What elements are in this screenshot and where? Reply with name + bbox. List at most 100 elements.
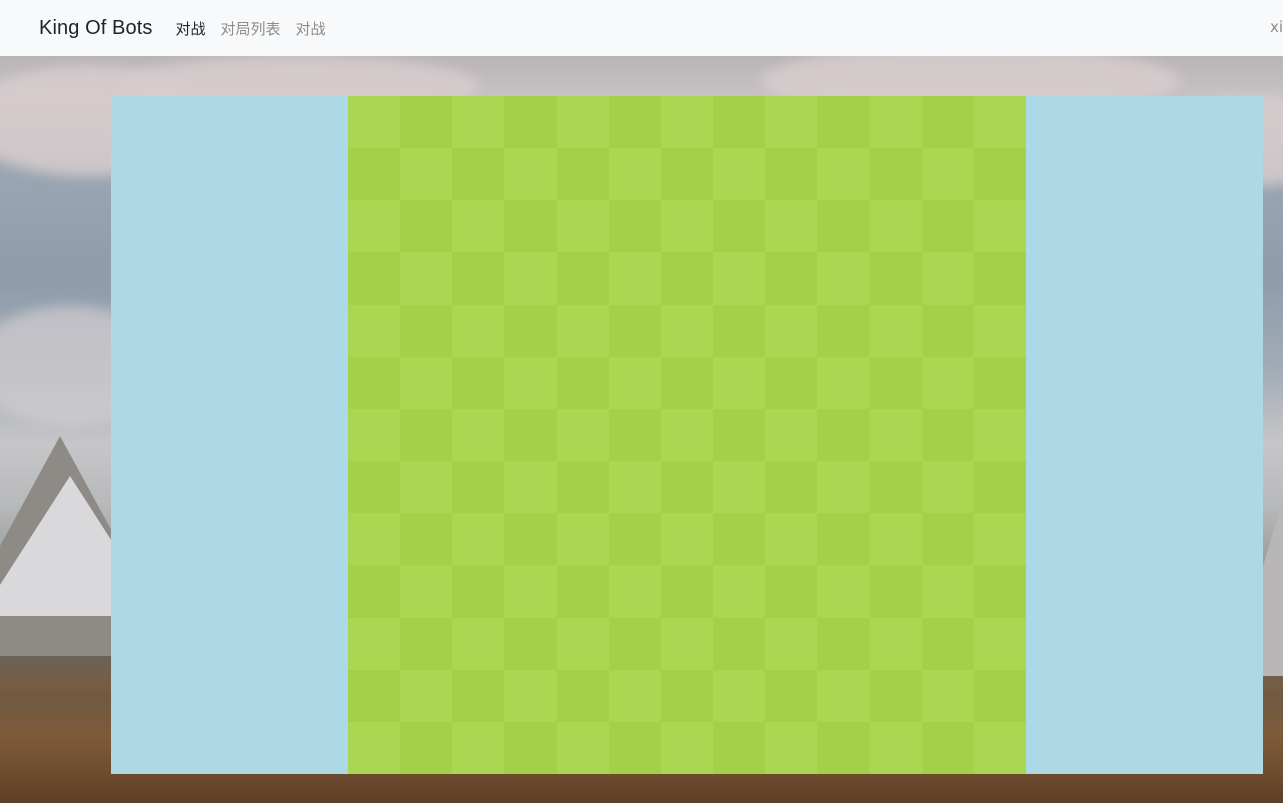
board-cell [869, 148, 922, 201]
board-cell [452, 408, 505, 462]
board-cell [452, 565, 505, 618]
board-cell [817, 461, 870, 514]
board-cell [608, 721, 661, 774]
board-cell [348, 513, 401, 566]
nav-link-record-list[interactable]: 对局列表 [221, 18, 281, 39]
board-cell [817, 148, 870, 201]
board-cell [556, 721, 609, 774]
board-cell [765, 304, 818, 357]
board-cell [765, 200, 818, 253]
board-cell [504, 408, 557, 462]
board-cell [817, 617, 870, 670]
board-cell [973, 669, 1026, 722]
board-cell [713, 721, 766, 774]
board-cell [608, 252, 661, 305]
board-cell [713, 252, 766, 305]
brand-logo-link[interactable]: King Of Bots [39, 17, 152, 40]
board-cell [921, 721, 974, 774]
board-cell [608, 669, 661, 722]
board-cell [556, 252, 609, 305]
board-cell [660, 669, 714, 722]
board-cell [869, 721, 922, 774]
board-cell [400, 408, 453, 462]
board-cell [400, 669, 453, 722]
board-cell [660, 96, 714, 149]
board-cell [660, 252, 714, 305]
board-cell [765, 356, 818, 409]
board-cell [713, 148, 766, 201]
board-cell [973, 408, 1026, 462]
board-cell [765, 669, 818, 722]
board-cell [713, 513, 766, 566]
board-cell [765, 96, 818, 149]
board-cell [869, 252, 922, 305]
board-cell [921, 148, 974, 201]
board-cell [973, 565, 1026, 618]
board-cell [921, 200, 974, 253]
board-cell [452, 669, 505, 722]
board-cell [921, 96, 974, 149]
board-cell [504, 148, 557, 201]
board-cell [608, 513, 661, 566]
board-cell [400, 356, 453, 409]
board-cell [973, 96, 1026, 149]
board-cell [973, 304, 1026, 357]
board-cell [973, 461, 1026, 514]
board-cell [452, 148, 505, 201]
board-cell [504, 304, 557, 357]
board-cell [556, 461, 609, 514]
board-cell [817, 252, 870, 305]
board-cell [869, 513, 922, 566]
board-cell [660, 148, 714, 201]
board-cell [608, 200, 661, 253]
board-cell [348, 461, 401, 514]
board-cell [452, 513, 505, 566]
board-cell [869, 200, 922, 253]
board-cell [869, 408, 922, 462]
game-board[interactable] [348, 96, 1026, 774]
board-cell [713, 669, 766, 722]
board-cell [973, 513, 1026, 566]
board-cell [765, 148, 818, 201]
board-cell [921, 669, 974, 722]
board-cell [660, 565, 714, 618]
board-cell [817, 669, 870, 722]
board-cell [869, 96, 922, 149]
board-cell [921, 408, 974, 462]
board-cell [400, 96, 453, 149]
board-cell [921, 565, 974, 618]
board-cell [765, 408, 818, 462]
board-cell [400, 565, 453, 618]
board-cell [504, 96, 557, 149]
board-cell [452, 200, 505, 253]
board-cell [921, 461, 974, 514]
board-cell [400, 252, 453, 305]
board-cell [869, 356, 922, 409]
board-cell [869, 461, 922, 514]
board-cell [556, 669, 609, 722]
board-cell [713, 96, 766, 149]
nav-link-pk[interactable]: 对战 [175, 18, 205, 39]
board-cell [973, 617, 1026, 670]
board-cell [765, 513, 818, 566]
board-cell [452, 356, 505, 409]
board-cell [504, 252, 557, 305]
board-cell [817, 565, 870, 618]
board-cell [765, 252, 818, 305]
board-cell [765, 721, 818, 774]
board-cell [765, 617, 818, 670]
board-cell [660, 408, 714, 462]
board-cell [608, 304, 661, 357]
board-cell [348, 252, 401, 305]
board-cell [660, 721, 714, 774]
board-cell [504, 513, 557, 566]
nav-link-pk-secondary[interactable]: 对战 [296, 18, 326, 39]
user-menu[interactable]: xi [1270, 18, 1283, 36]
board-cell [660, 461, 714, 514]
board-cell [400, 513, 453, 566]
board-cell [817, 200, 870, 253]
board-cell [400, 148, 453, 201]
board-cell [817, 356, 870, 409]
top-navbar: King Of Bots 对战 对局列表 对战 xi [0, 0, 1283, 56]
board-cell [400, 721, 453, 774]
